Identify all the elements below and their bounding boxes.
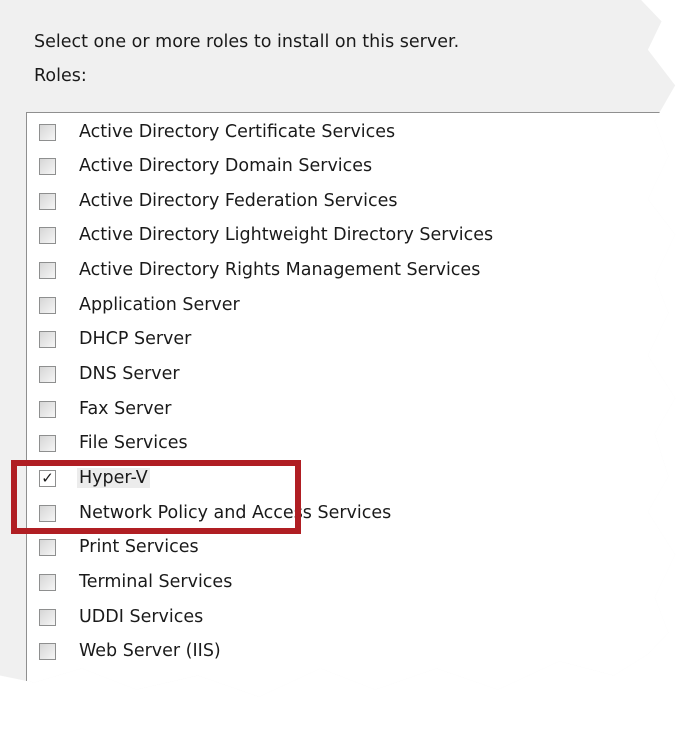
role-label: Active Directory Lightweight Directory S… <box>79 225 494 245</box>
role-item-file-services[interactable]: File Services <box>39 429 188 457</box>
checkbox[interactable] <box>39 365 56 383</box>
role-label: Network Policy and Access Services <box>79 503 392 523</box>
checkbox[interactable] <box>39 538 56 556</box>
checkbox-checked[interactable]: ✓ <box>39 469 56 487</box>
checkbox[interactable] <box>39 261 56 279</box>
checkbox[interactable] <box>39 504 56 522</box>
role-item-fax-server[interactable]: Fax Server <box>39 395 172 423</box>
role-label: DHCP Server <box>79 329 192 349</box>
roles-label: Roles: <box>34 66 87 86</box>
role-item-ad-federation-services[interactable]: Active Directory Federation Services <box>39 187 397 215</box>
checkbox[interactable] <box>39 192 56 210</box>
role-item-ad-lightweight-directory-services[interactable]: Active Directory Lightweight Directory S… <box>39 221 493 249</box>
role-item-network-policy-access-services[interactable]: Network Policy and Access Services <box>39 499 391 527</box>
role-item-uddi-services[interactable]: UDDI Services <box>39 603 203 631</box>
checkbox[interactable] <box>39 123 56 141</box>
checkbox[interactable] <box>39 330 56 348</box>
role-label: Application Server <box>79 295 240 315</box>
role-item-terminal-services[interactable]: Terminal Services <box>39 568 232 596</box>
checkbox[interactable] <box>39 608 56 626</box>
role-item-dhcp-server[interactable]: DHCP Server <box>39 325 191 353</box>
role-label: Active Directory Domain Services <box>79 156 373 176</box>
role-label: Active Directory Federation Services <box>79 191 398 211</box>
instruction-text: Select one or more roles to install on t… <box>34 32 460 52</box>
role-label: UDDI Services <box>79 607 204 627</box>
role-label: File Services <box>79 433 188 453</box>
role-label: DNS Server <box>79 364 180 384</box>
role-label: Fax Server <box>79 399 172 419</box>
checkbox[interactable] <box>39 642 56 660</box>
role-item-hyper-v[interactable]: ✓ Hyper-V <box>39 464 150 492</box>
checkbox[interactable] <box>39 226 56 244</box>
role-label: Active Directory Rights Management Servi… <box>79 260 481 280</box>
role-item-print-services[interactable]: Print Services <box>39 533 199 561</box>
checkbox[interactable] <box>39 400 56 418</box>
add-roles-dialog: Select one or more roles to install on t… <box>0 0 676 697</box>
role-item-application-server[interactable]: Application Server <box>39 291 240 319</box>
role-item-dns-server[interactable]: DNS Server <box>39 360 180 388</box>
checkbox[interactable] <box>39 573 56 591</box>
role-item-ad-rights-management-services[interactable]: Active Directory Rights Management Servi… <box>39 256 480 284</box>
role-label: Hyper-V <box>77 468 150 488</box>
role-label: Print Services <box>79 537 199 557</box>
checkbox[interactable] <box>39 157 56 175</box>
checkbox[interactable] <box>39 434 56 452</box>
role-label: Terminal Services <box>79 572 233 592</box>
roles-list: Active Directory Certificate Services Ac… <box>26 112 676 697</box>
checkbox[interactable] <box>39 296 56 314</box>
role-item-ad-certificate-services[interactable]: Active Directory Certificate Services <box>39 118 395 146</box>
role-label: Web Server (IIS) <box>79 641 221 661</box>
role-item-ad-domain-services[interactable]: Active Directory Domain Services <box>39 152 372 180</box>
role-item-web-server-iis[interactable]: Web Server (IIS) <box>39 637 221 665</box>
role-label: Active Directory Certificate Services <box>79 122 396 142</box>
